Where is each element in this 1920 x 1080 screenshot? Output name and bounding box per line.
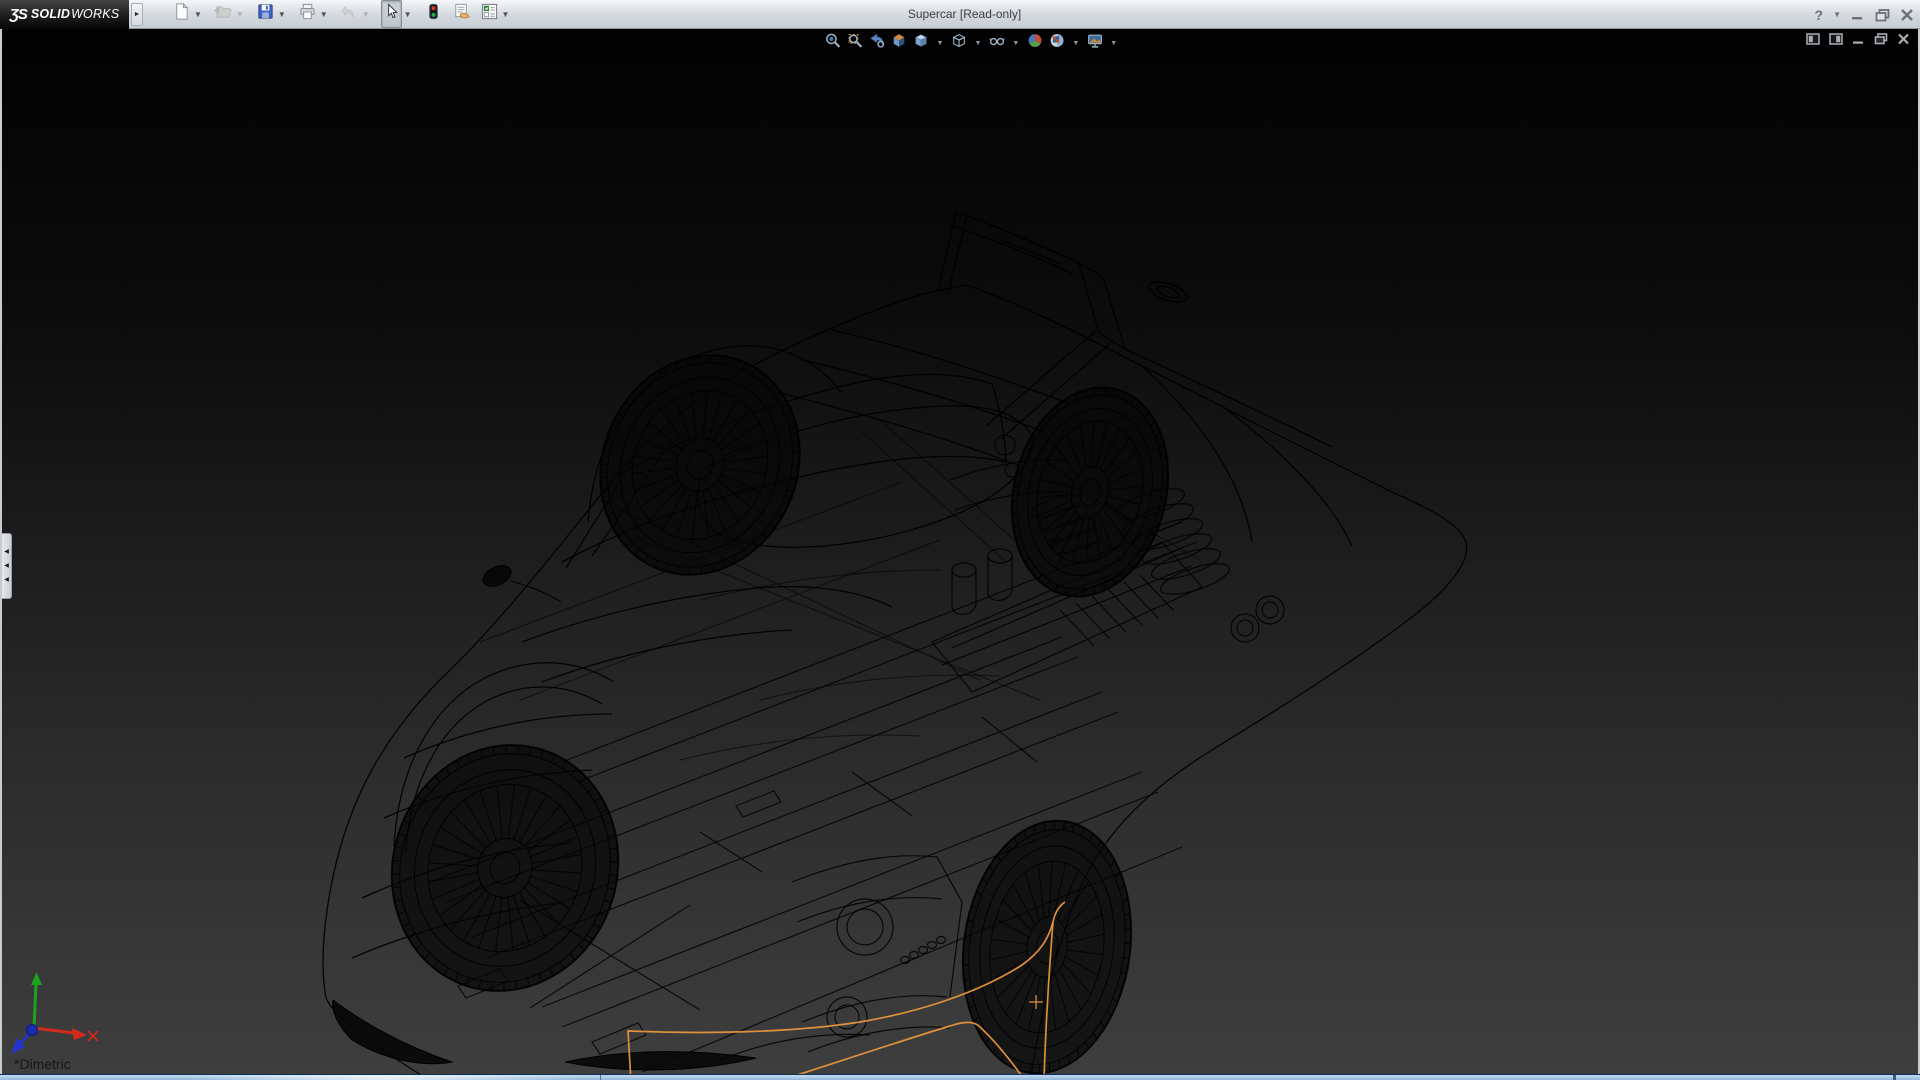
print-icon: [298, 2, 317, 26]
document-window-controls: [1806, 33, 1910, 45]
toolbar-button-new[interactable]: [171, 0, 192, 28]
apply-scene-icon: [1048, 32, 1065, 54]
new-dropdown-arrow[interactable]: ▼: [192, 10, 206, 19]
headsup-button-apply-scene[interactable]: [1047, 31, 1066, 55]
headsup-button-previous-view[interactable]: [868, 31, 887, 55]
view-orientation-dropdown-arrow[interactable]: ▼: [934, 40, 947, 47]
headsup-view-toolbar: ▼ ▼ ▼ ▼ ▼: [824, 31, 1121, 55]
app-close-button[interactable]: [1900, 8, 1914, 22]
app-restore-button[interactable]: [1875, 8, 1890, 22]
section-view-icon: [891, 32, 908, 54]
file-properties-icon: [452, 2, 471, 26]
headsup-button-zoom-to-area[interactable]: [846, 31, 865, 55]
taskbar-separator: [600, 1075, 601, 1080]
solidworks-window: ƷS SOLIDWORKS ► ▼ ▼ ▼ ▼ ▼ ▼ ▼ Supercar [Read-o…: [0, 0, 1920, 1080]
display-style-icon: [950, 32, 967, 54]
app-minimize-button[interactable]: [1851, 8, 1865, 22]
zoom-to-fit-icon: [825, 32, 842, 54]
viewport-canvas[interactable]: [0, 0, 1920, 1080]
undo-icon: [340, 2, 359, 26]
view-settings-dropdown-arrow[interactable]: ▼: [1107, 40, 1120, 47]
document-title: Supercar [Read-only]: [908, 0, 1021, 29]
standard-toolbar: ▼ ▼ ▼ ▼ ▼ ▼ ▼: [171, 0, 520, 29]
doc-pane-right-button[interactable]: [1829, 33, 1843, 45]
hide-show-items-icon: [988, 32, 1005, 54]
solidworks-logo: ƷS SOLIDWORKS: [0, 0, 129, 29]
brand-light: WORKS: [71, 7, 119, 21]
rebuild-icon: [424, 2, 443, 26]
options-icon: [480, 2, 499, 26]
toolbar-button-print[interactable]: [297, 0, 318, 28]
menu-flyout-arrow[interactable]: ►: [131, 3, 143, 26]
feature-manager-collapsed-tab[interactable]: ◀ ◀ ◀: [2, 533, 12, 599]
hide-show-items-dropdown-arrow[interactable]: ▼: [1009, 40, 1022, 47]
headsup-button-hide-show-items[interactable]: [987, 31, 1006, 55]
toolbar-button-options[interactable]: [479, 0, 500, 28]
brand-bold: SOLID: [31, 7, 70, 21]
undo-dropdown-arrow[interactable]: ▼: [360, 10, 374, 19]
headsup-button-view-orientation[interactable]: [912, 31, 931, 55]
view-settings-icon: [1086, 32, 1103, 54]
help-menu-arrow-icon[interactable]: ▼: [1833, 10, 1841, 19]
select-dropdown-arrow[interactable]: ▼: [402, 10, 416, 19]
print-dropdown-arrow[interactable]: ▼: [318, 10, 332, 19]
doc-pane-left-button[interactable]: [1806, 33, 1820, 45]
orientation-triad[interactable]: [11, 972, 98, 1054]
left-arrow-icon: ◀: [4, 577, 9, 583]
headsup-button-edit-appearance[interactable]: [1025, 31, 1044, 55]
save-icon: [256, 2, 275, 26]
toolbar-button-file-properties[interactable]: [451, 0, 472, 28]
windows-taskbar-edge[interactable]: [0, 1074, 1920, 1080]
zoom-to-area-icon: [847, 32, 864, 54]
options-dropdown-arrow[interactable]: ▼: [500, 10, 514, 19]
open-icon: [214, 2, 233, 26]
headsup-button-view-settings[interactable]: [1085, 31, 1104, 55]
brand-glyph-icon: ƷS: [10, 6, 27, 23]
right-arrow-icon: ►: [134, 11, 141, 18]
new-icon: [172, 2, 191, 26]
headsup-button-section-view[interactable]: [890, 31, 909, 55]
left-arrow-icon: ◀: [4, 563, 9, 569]
doc-restore-button[interactable]: [1874, 33, 1888, 45]
save-dropdown-arrow[interactable]: ▼: [276, 10, 290, 19]
headsup-button-display-style[interactable]: [949, 31, 968, 55]
app-window-controls: ? ▼: [1815, 0, 1914, 29]
headsup-button-zoom-to-fit[interactable]: [824, 31, 843, 55]
apply-scene-dropdown-arrow[interactable]: ▼: [1069, 40, 1082, 47]
toolbar-button-rebuild[interactable]: [423, 0, 444, 28]
doc-minimize-button[interactable]: [1852, 33, 1865, 45]
titlebar: ƷS SOLIDWORKS ► ▼ ▼ ▼ ▼ ▼ ▼ ▼ Supercar [Read-o…: [0, 0, 1920, 29]
open-dropdown-arrow[interactable]: ▼: [234, 10, 248, 19]
previous-view-icon: [869, 32, 886, 54]
view-orientation-icon: [913, 32, 930, 54]
taskbar-glow: [185, 1075, 585, 1080]
view-orientation-label: *Dimetric: [14, 1056, 71, 1072]
toolbar-button-select[interactable]: [381, 0, 402, 28]
help-button[interactable]: ?: [1815, 7, 1824, 23]
taskbar-separator: [1893, 1075, 1896, 1080]
toolbar-button-open[interactable]: [213, 0, 234, 28]
select-icon: [382, 2, 401, 26]
toolbar-button-save[interactable]: [255, 0, 276, 28]
toolbar-button-undo[interactable]: [339, 0, 360, 28]
display-style-dropdown-arrow[interactable]: ▼: [971, 40, 984, 47]
left-arrow-icon: ◀: [4, 549, 9, 555]
edit-appearance-icon: [1026, 32, 1043, 54]
doc-close-button[interactable]: [1897, 33, 1910, 45]
